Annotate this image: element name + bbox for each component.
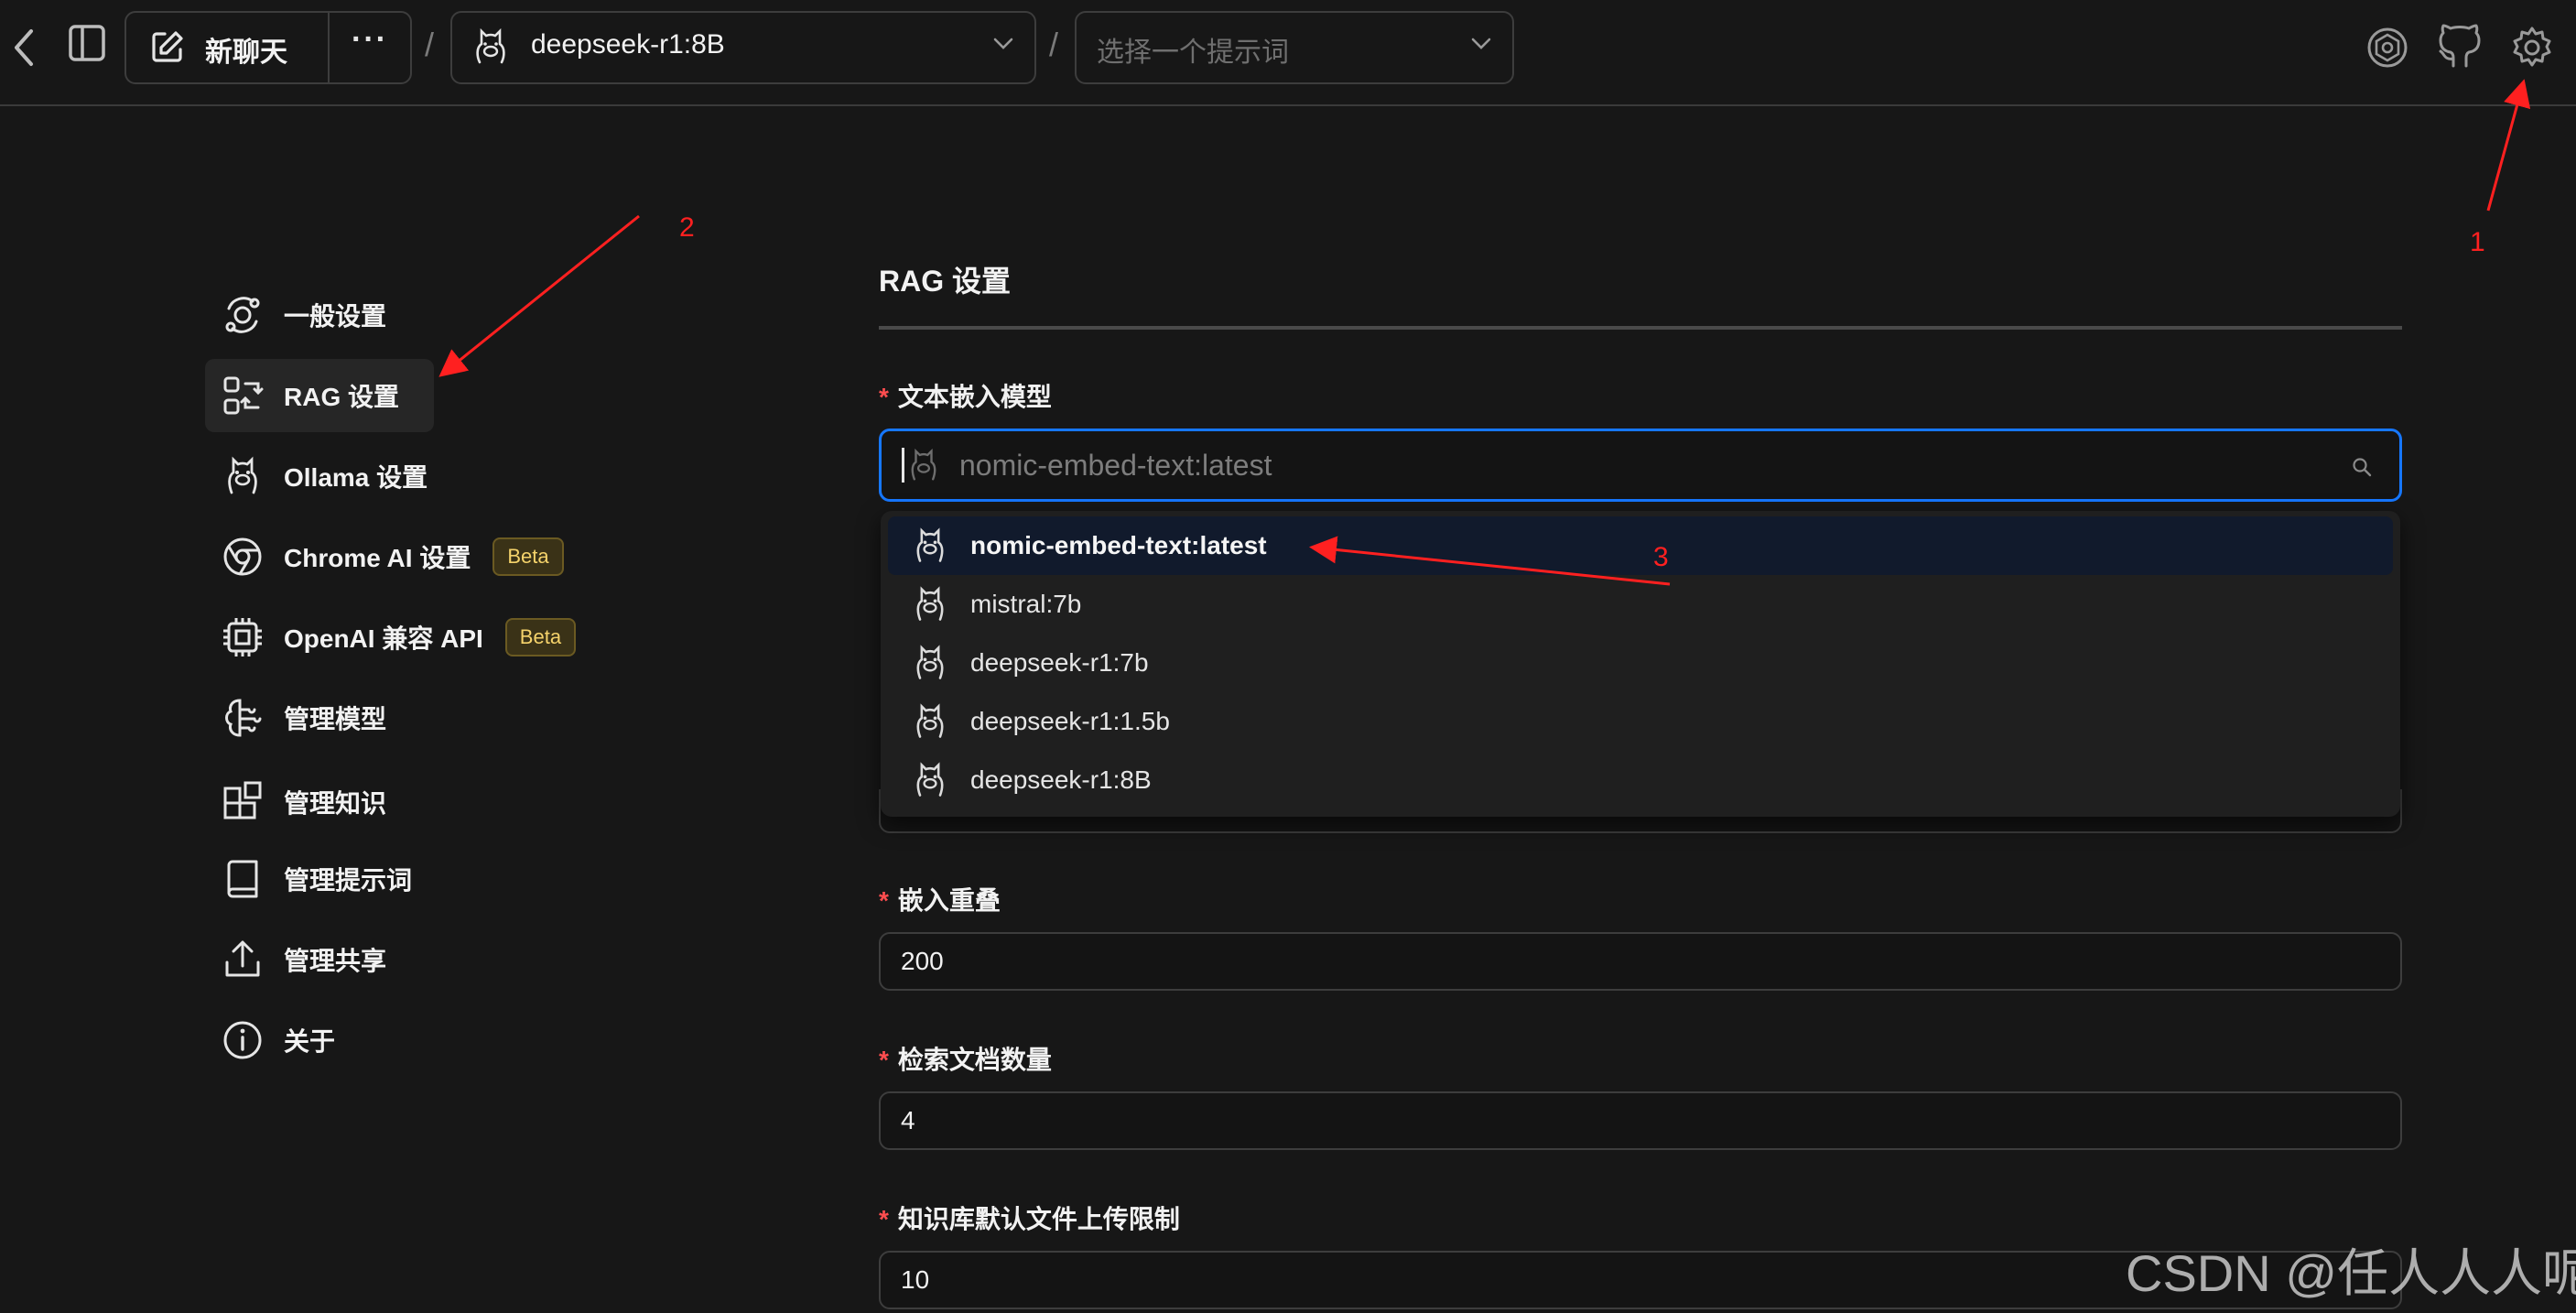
annotation-arrow-3 bbox=[1309, 536, 1671, 586]
annotation-label-1: 1 bbox=[2470, 227, 2485, 257]
annotation-arrow-2 bbox=[438, 214, 640, 377]
annotation-label-3: 3 bbox=[1653, 542, 1669, 572]
annotation-arrow-1 bbox=[2486, 79, 2531, 212]
watermark: CSDN @任人人人呢 bbox=[2126, 1244, 2576, 1302]
annotation-arrows bbox=[438, 79, 2531, 586]
annotation-label-2: 2 bbox=[679, 212, 695, 243]
